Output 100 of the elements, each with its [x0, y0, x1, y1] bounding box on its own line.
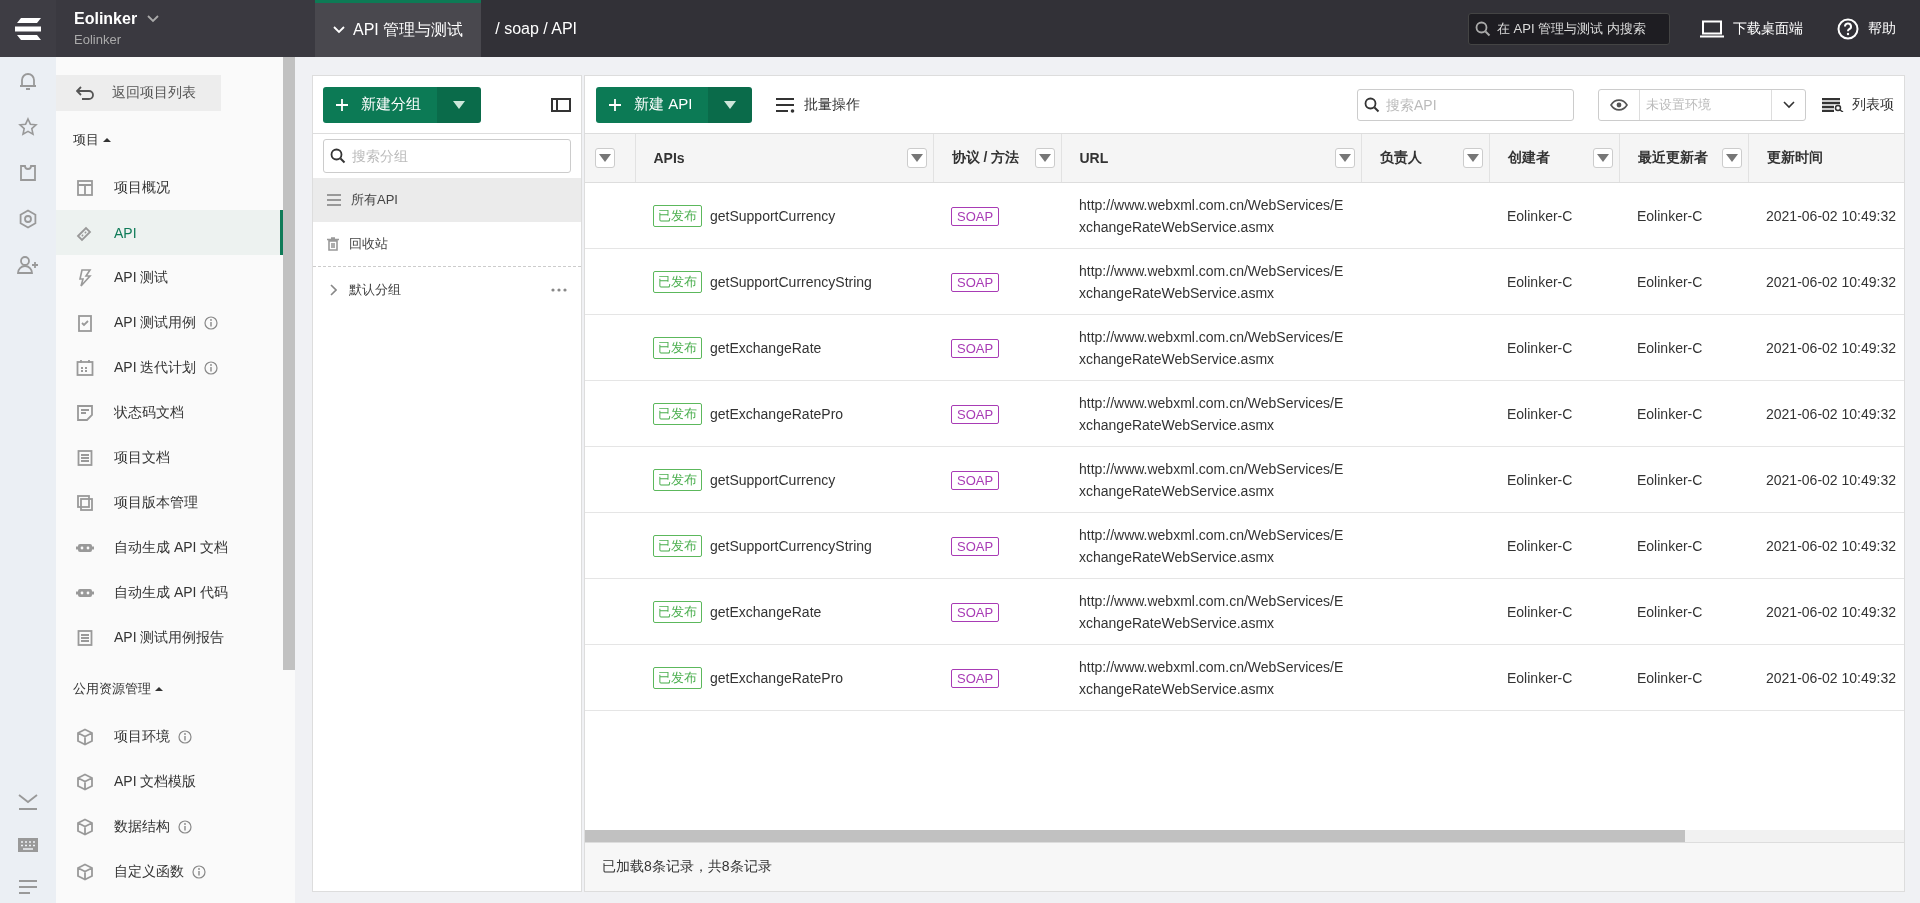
api-name[interactable]: getSupportCurrency: [710, 471, 836, 488]
status-tag: 已发布: [653, 534, 702, 557]
group-item[interactable]: 所有API: [313, 178, 581, 222]
bell-icon[interactable]: [18, 71, 38, 91]
sidebar-item[interactable]: API 迭代计划: [56, 345, 283, 390]
settings-icon[interactable]: [18, 209, 38, 229]
sidebar-item[interactable]: API 测试用例报告: [56, 615, 283, 660]
add-user-icon[interactable]: [17, 255, 39, 275]
collapse-icon[interactable]: [17, 793, 39, 811]
group-folder[interactable]: 默认分组: [349, 281, 539, 299]
status-tag: 已发布: [653, 402, 702, 425]
protocol-tag: SOAP: [951, 668, 1000, 688]
table-cell: 2021-06-02 10:49:32: [1766, 471, 1896, 488]
caret-icon[interactable]: [155, 686, 163, 692]
environment-select[interactable]: 未设置环境: [1598, 88, 1806, 121]
sidebar-item[interactable]: 自动生成 API 文档: [56, 525, 283, 570]
help-icon: [1837, 17, 1859, 40]
menu-icon[interactable]: [18, 879, 38, 895]
info-icon[interactable]: [178, 819, 192, 834]
workspace-switcher[interactable]: Eolinker Eolinker: [56, 0, 315, 57]
download-button[interactable]: 下载桌面端: [1700, 19, 1803, 38]
table-cell: Eolinker-C: [1637, 339, 1703, 356]
select-dropdown-button[interactable]: [595, 148, 615, 168]
sidebar-item[interactable]: 项目版本管理: [56, 480, 283, 525]
api-name[interactable]: getSupportCurrencyString: [710, 273, 872, 290]
batch-button[interactable]: 批量操作: [770, 94, 867, 115]
table-cell: Eolinker-C: [1637, 207, 1703, 224]
scrollbar[interactable]: [283, 57, 295, 670]
breadcrumb: / soap / API: [495, 19, 578, 38]
sidebar-item[interactable]: 项目文档: [56, 435, 283, 480]
info-icon[interactable]: [204, 360, 219, 375]
api-name[interactable]: getExchangeRatePro: [710, 405, 844, 422]
api-name[interactable]: getSupportCurrency: [710, 207, 836, 224]
triangle-down-icon: [1466, 154, 1479, 162]
columns-button[interactable]: 列表项: [1816, 94, 1900, 115]
new-group-button[interactable]: 新建分组: [323, 86, 437, 123]
table-cell: Eolinker-C: [1507, 339, 1573, 356]
triangle-down-icon: [599, 154, 611, 162]
sidebar-item[interactable]: API: [56, 210, 283, 255]
star-icon[interactable]: [18, 117, 38, 137]
api-name[interactable]: getSupportCurrencyString: [710, 537, 872, 554]
logo-icon[interactable]: [13, 17, 43, 40]
clipboard-icon: [76, 313, 94, 332]
more-icon[interactable]: [551, 288, 567, 292]
sidebar-item[interactable]: API 文档模版: [56, 759, 283, 804]
list-icon: [776, 96, 797, 113]
protocol-tag: SOAP: [951, 338, 1000, 358]
keyboard-icon[interactable]: [17, 837, 39, 853]
caret-icon[interactable]: [103, 137, 111, 143]
cube-icon: [76, 862, 94, 881]
search-icon: [330, 148, 346, 164]
dropdown-button[interactable]: [708, 86, 753, 123]
filter-button[interactable]: [1592, 148, 1613, 168]
sidebar-item[interactable]: 状态码文档: [56, 390, 283, 435]
filter-button[interactable]: [1462, 148, 1483, 168]
api-name[interactable]: getExchangeRate: [710, 339, 822, 356]
info-icon[interactable]: [192, 864, 206, 879]
cube-icon: [76, 817, 94, 836]
info-icon[interactable]: [178, 729, 192, 744]
sidebar-item[interactable]: API 测试用例: [56, 300, 283, 345]
api-name[interactable]: getExchangeRate: [710, 603, 822, 620]
table-cell: Eolinker-C: [1507, 603, 1573, 620]
filter-button[interactable]: [1334, 148, 1355, 168]
sidebar-item[interactable]: 项目概况: [56, 165, 283, 210]
workspace-name: Eolinker: [74, 10, 138, 28]
table-cell-text: http://www.webxml.com.cn/WebServices/ExchangeRateWebService.asmx: [1079, 459, 1345, 501]
search-field[interactable]: 在 API 管理与测试 内搜索: [1468, 12, 1670, 45]
dropdown-button[interactable]: [437, 86, 481, 123]
chevron-right-icon[interactable]: [329, 284, 337, 296]
info-icon[interactable]: [204, 315, 219, 330]
environment-field[interactable]: 未设置环境: [1640, 96, 1768, 113]
table-cell-text: http://www.webxml.com.cn/WebServices/ExchangeRateWebService.asmx: [1079, 261, 1345, 303]
status-tag: 已发布: [653, 666, 702, 689]
filter-button[interactable]: [906, 148, 927, 168]
sidebar-item[interactable]: 数据结构: [56, 804, 283, 849]
table-cell: Eolinker-C: [1507, 669, 1573, 686]
sidebar-item[interactable]: API 测试: [56, 255, 283, 300]
filter-button[interactable]: [1034, 148, 1055, 168]
triangle-down-icon: [1596, 154, 1609, 162]
workspace-subtitle: Eolinker: [74, 32, 122, 47]
filter-button[interactable]: [1721, 148, 1742, 168]
new-api-button[interactable]: 新建 API: [596, 86, 709, 123]
table-cell: Eolinker-C: [1507, 471, 1573, 488]
calendar-icon: [76, 358, 94, 377]
module-tab[interactable]: API 管理与测试: [315, 0, 482, 57]
sidebar-item[interactable]: 项目环境: [56, 714, 283, 759]
column-header: APIs: [653, 150, 685, 166]
group-item[interactable]: 回收站: [313, 222, 581, 266]
api-name[interactable]: getExchangeRatePro: [710, 669, 844, 686]
shirt-icon[interactable]: [18, 163, 38, 183]
column-header: 创建者: [1507, 149, 1550, 167]
back-button[interactable]: 返回项目列表: [56, 75, 221, 111]
section-title: 项目: [73, 131, 99, 149]
sidebar-item[interactable]: 自定义函数: [56, 849, 283, 894]
triangle-down-icon: [1338, 154, 1351, 162]
sidebar-toggle-icon[interactable]: [551, 97, 571, 112]
help-button[interactable]: 帮助: [1837, 17, 1896, 40]
sidebar-item[interactable]: 自动生成 API 代码: [56, 570, 283, 615]
protocol-tag: SOAP: [951, 272, 1000, 292]
scrollbar[interactable]: [585, 830, 1685, 842]
